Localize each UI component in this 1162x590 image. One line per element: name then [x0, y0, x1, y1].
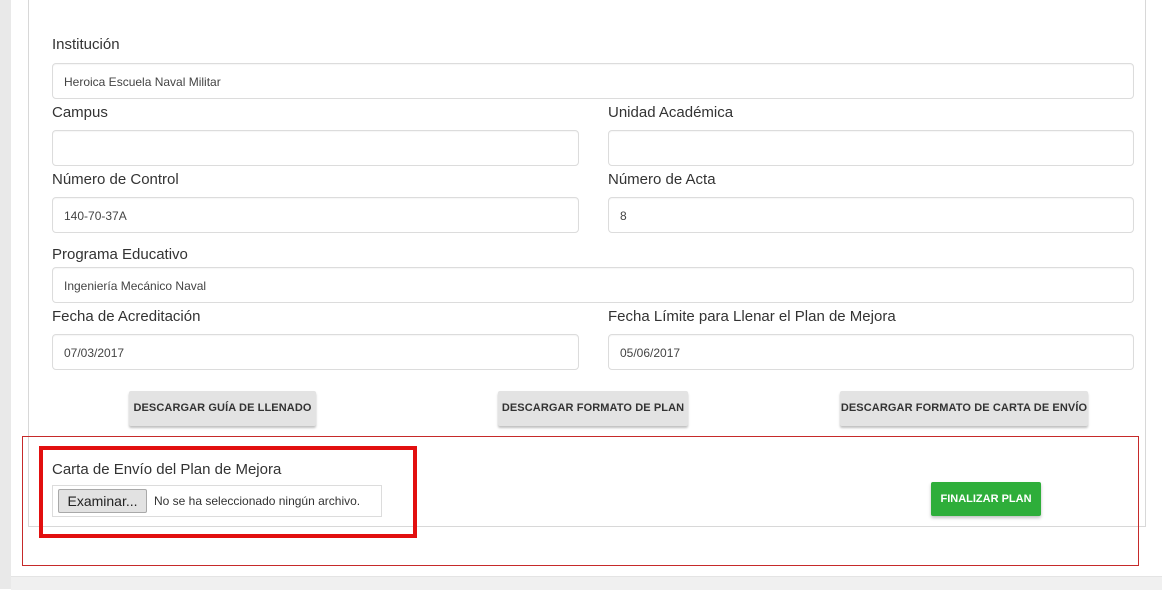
finalizar-plan-button[interactable]: FINALIZAR PLAN [931, 482, 1041, 516]
numero-acta-label: Número de Acta [608, 171, 716, 188]
unidad-academica-label: Unidad Académica [608, 104, 734, 121]
numero-acta-field[interactable]: 8 [608, 197, 1134, 233]
fecha-acreditacion-field[interactable]: 07/03/2017 [52, 334, 579, 370]
numero-control-field[interactable]: 140-70-37A [52, 197, 579, 233]
left-scroll-gutter [0, 0, 11, 589]
carta-envio-label: Carta de Envío del Plan de Mejora [52, 461, 282, 478]
fecha-limite-label: Fecha Límite para Llenar el Plan de Mejo… [608, 308, 896, 325]
programa-educativo-label: Programa Educativo [52, 246, 188, 263]
programa-educativo-field[interactable]: Ingeniería Mecánico Naval [52, 267, 1134, 303]
campus-label: Campus [52, 104, 108, 121]
descargar-formato-plan-button[interactable]: DESCARGAR FORMATO DE PLAN [498, 391, 688, 426]
file-input[interactable]: Examinar... No se ha seleccionado ningún… [52, 485, 382, 517]
fecha-acreditacion-label: Fecha de Acreditación [52, 308, 201, 325]
unidad-academica-field[interactable] [608, 130, 1134, 166]
examinar-button[interactable]: Examinar... [58, 489, 147, 513]
descargar-formato-carta-button[interactable]: DESCARGAR FORMATO DE CARTA DE ENVÍO [840, 391, 1088, 426]
fecha-limite-field[interactable]: 05/06/2017 [608, 334, 1134, 370]
bottom-divider [11, 576, 1162, 590]
institucion-field[interactable]: Heroica Escuela Naval Militar [52, 63, 1134, 99]
campus-field[interactable] [52, 130, 579, 166]
descargar-guia-button[interactable]: DESCARGAR GUÍA DE LLENADO [129, 391, 316, 426]
institucion-label: Institución [52, 36, 120, 53]
numero-control-label: Número de Control [52, 171, 179, 188]
file-status-text: No se ha seleccionado ningún archivo. [154, 494, 361, 508]
